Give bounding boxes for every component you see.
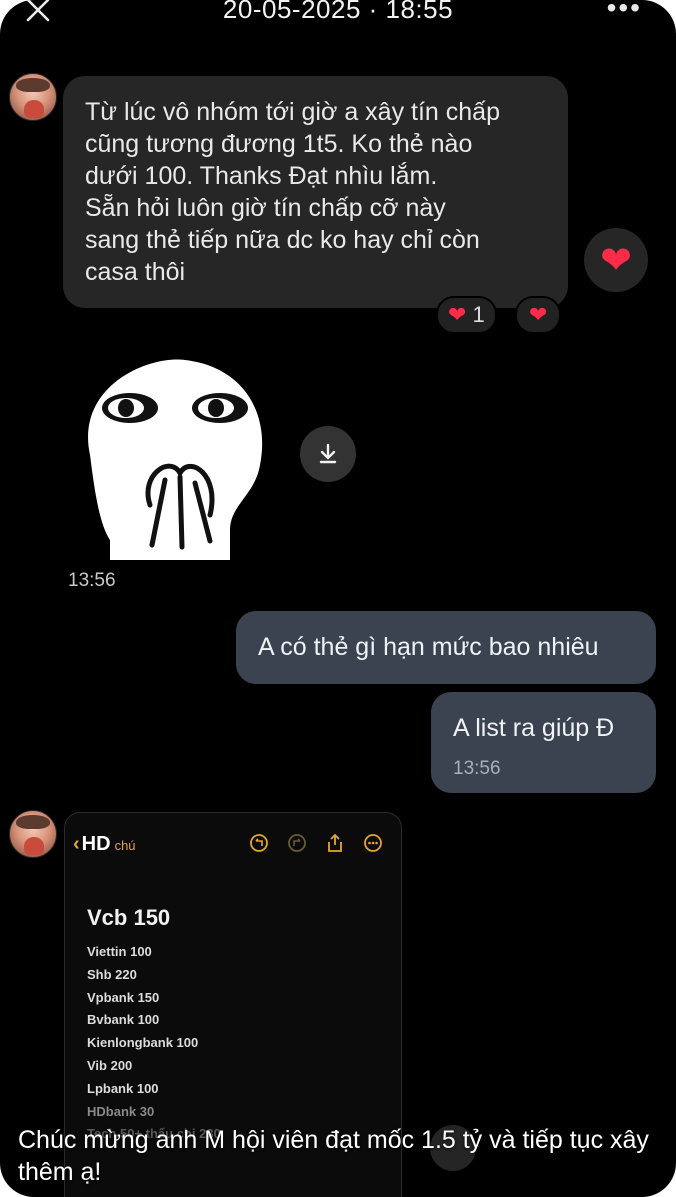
chevron-left-icon: ‹ <box>73 833 80 855</box>
share-icon <box>328 833 342 852</box>
caption-text: Chúc mừng anh M hội viên đạt mốc 1.5 tỷ … <box>18 1126 649 1186</box>
message-time: 13:56 <box>68 570 116 591</box>
list-item: Shb 220 <box>87 966 137 982</box>
list-item: Lpbank 100 <box>87 1080 159 1096</box>
download-icon <box>319 443 337 464</box>
outgoing-message-text: A có thẻ gì hạn mức bao nhiêu <box>258 633 599 661</box>
outgoing-message-bubble[interactable]: A có thẻ gì hạn mức bao nhiêu <box>236 611 656 684</box>
list-item: Vpbank 150 <box>87 989 160 1005</box>
notes-list: Viettin 100 Shb 220 Vpbank 150 Bvbank 10… <box>87 941 221 1146</box>
outgoing-message-bubble[interactable]: A list ra giúp Đ 13:56 <box>431 692 656 793</box>
reaction-pill-self[interactable]: ❤ <box>515 296 562 334</box>
list-item: Viettin 100 <box>87 944 152 959</box>
list-item: HDbank 30 <box>87 1103 155 1119</box>
list-item: Kienlongbank 100 <box>87 1035 199 1051</box>
more-horizontal-icon[interactable]: ••• <box>607 0 642 24</box>
undo-icon <box>250 834 268 852</box>
avatar[interactable] <box>9 73 57 121</box>
reaction-pill[interactable]: ❤ 1 <box>436 296 497 334</box>
avatar[interactable] <box>9 810 57 858</box>
list-item: Vib 200 <box>87 1057 133 1073</box>
download-button[interactable] <box>300 426 356 482</box>
more-circle-icon <box>364 834 382 852</box>
heart-react-button[interactable]: ❤ <box>584 228 648 292</box>
date-time-title: 20-05-2025 · 18:55 <box>222 0 454 24</box>
heart-icon: ❤ <box>448 302 467 327</box>
heart-icon: ❤ <box>529 302 548 327</box>
reaction-count: 1 <box>472 302 485 327</box>
incoming-message-bubble[interactable]: Từ lúc vô nhóm tới giờ a xây tín chấp cũ… <box>63 76 568 308</box>
outgoing-message-text: A list ra giúp Đ <box>453 714 615 742</box>
message-time: 13:56 <box>453 758 501 779</box>
incoming-message-text: Từ lúc vô nhóm tới giờ a xây tín chấp cũ… <box>85 98 500 286</box>
notes-toolbar <box>249 833 383 853</box>
notes-back-button: ‹ HD chú <box>73 833 136 855</box>
chat-screenshot: 20-05-2025 · 18:55 ••• Từ lúc vô nhóm tớ… <box>0 0 676 1197</box>
redo-icon <box>288 834 306 852</box>
top-bar: 20-05-2025 · 18:55 ••• <box>0 0 676 30</box>
heart-icon: ❤ <box>600 239 632 282</box>
sticker-image[interactable] <box>70 355 270 560</box>
list-item: Bvbank 100 <box>87 1012 160 1028</box>
notes-heading: Vcb 150 <box>87 905 171 930</box>
